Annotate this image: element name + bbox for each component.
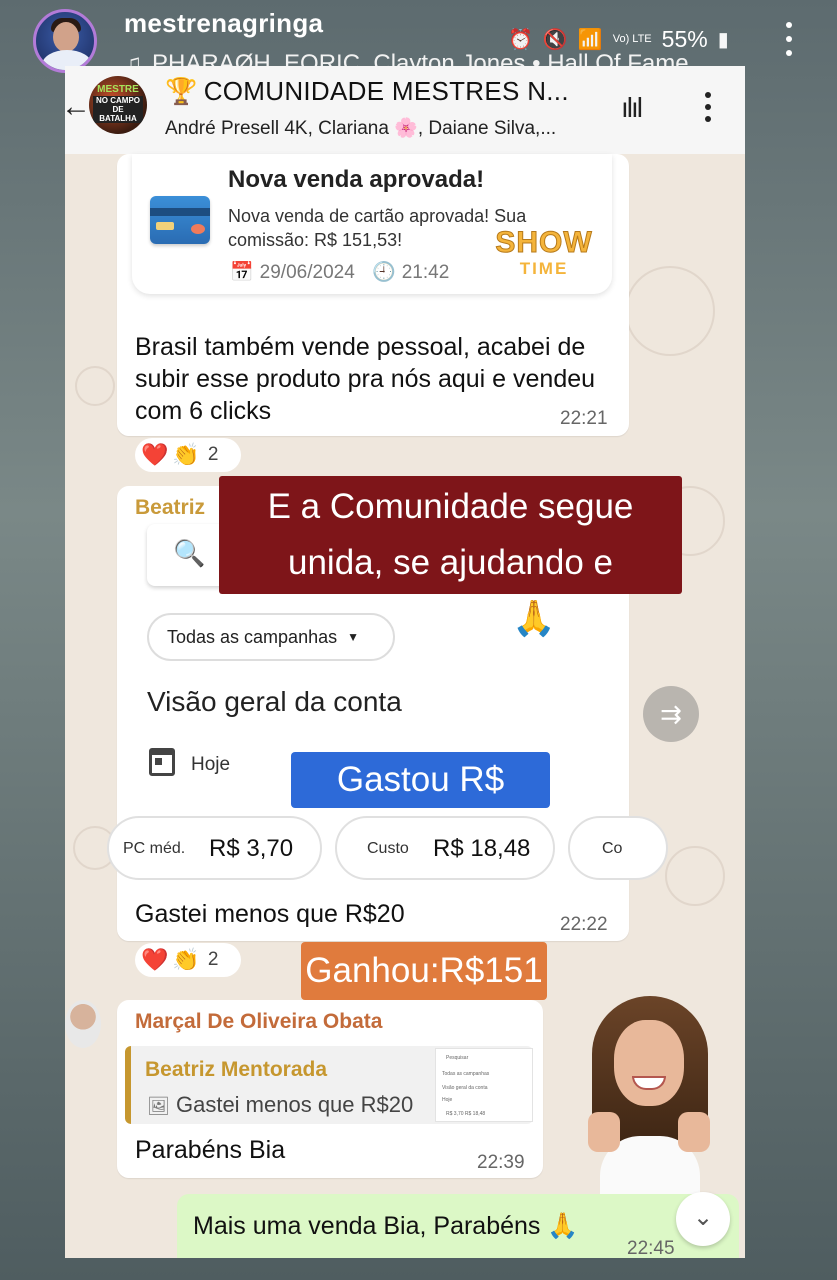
alarm-icon: ⏰ [508,29,533,51]
spent-banner: Gastou R$ 18,48 [291,752,550,855]
message-text: Parabéns Bia [135,1136,286,1164]
group-avatar[interactable]: MESTRE NO CAMPO DE BATALHA [89,76,147,134]
metric-value: R$ 18,48 [433,835,531,862]
reactions[interactable]: ❤️ 👏 2 [135,438,241,472]
clap-icon: 👏 [172,442,200,467]
metric-chip: Custo R$ 18,48 [335,816,555,880]
calendar-icon: 📅 [230,262,254,283]
metric-label: PC méd. [123,840,186,857]
notification-date: 29/06/2024 [259,262,355,283]
message-time: 22:22 [560,914,608,935]
reactions[interactable]: ❤️ 👏 2 [135,943,241,977]
thumb-text: Hoje [442,1097,453,1103]
sender-name[interactable]: Marçal De Oliveira Obata [135,1010,382,1034]
chat-header: ← MESTRE NO CAMPO DE BATALHA 🏆 COMUNIDADE… [65,66,745,154]
message-text: Brasil também vende pessoal, acabei de s… [135,333,596,425]
notification-datetime: 📅 29/06/2024 🕘 21:42 [230,260,449,284]
wifi-icon: 📶 [577,29,603,51]
metric-chip: Co [568,816,668,880]
quoted-text-content: Gastei menos que R$20 [175,1092,414,1117]
metric-label: Custo [367,840,409,857]
image-icon: 🖼 [147,1096,170,1116]
message-time: 22:21 [560,408,608,429]
clock-icon: 🕘 [372,262,396,283]
thumb-text: Todas as campanhas [442,1071,490,1077]
story-avatar[interactable] [33,9,97,73]
earned-banner: Ganhou:R$151 [301,942,547,1000]
quoted-thumbnail: Pesquisar Todas as campanhas Visão geral… [435,1048,533,1122]
metric-value: R$ 3,70 [209,835,294,862]
message-text: Mais uma venda Bia, Parabéns 🙏 [193,1212,579,1240]
network-label: Vo) LTE [612,33,652,45]
trophy-icon: 🏆 [165,76,198,106]
mute-icon: 🔇 [542,29,568,51]
battery-level: 55% [661,26,708,52]
sender-avatar[interactable] [65,1000,101,1048]
metric-label: Co [602,840,623,857]
thumb-text: R$ 3,70 R$ 18,48 [446,1111,486,1117]
quoted-sender: Beatriz Mentorada [145,1058,328,1081]
chevron-down-icon: ▼ [347,630,359,644]
message-time: 22:45 [627,1238,675,1258]
clap-icon: 👏 [172,947,200,972]
scroll-down-icon[interactable]: ⌄ [676,1192,730,1246]
notification-title: Nova venda aprovada! [228,166,485,193]
credit-card-icon [150,196,210,244]
sticker-show: SHOW [495,226,593,259]
date-range-label: Hoje [191,754,231,775]
overview-title: Visão geral da conta [147,686,402,717]
status-bar: ⏰ 🔇 📶 Vo) LTE 55% ▮ [508,26,729,53]
thumbs-up-girl-sticker [570,996,730,1196]
story-menu-icon[interactable] [779,22,799,62]
heart-icon: ❤️ [141,442,169,467]
chat-screenshot: ← MESTRE NO CAMPO DE BATALHA 🏆 COMUNIDADE… [65,66,745,1258]
show-time-sticker: SHOW TIME [484,226,604,278]
back-arrow-icon[interactable]: ← [65,90,91,124]
group-avatar-subtext: NO CAMPO DE BATALHA [93,96,143,123]
thumb-text: Pesquisar [446,1055,469,1061]
group-title-text: COMUNIDADE MESTRES N... [203,76,569,106]
campaign-select: Todas as campanhas ▼ [147,613,395,661]
community-banner: E a Comunidade segue unida, se ajudando … [219,476,682,638]
heart-icon: ❤️ [141,947,169,972]
reaction-count: 2 [207,444,219,465]
reaction-count: 2 [207,949,219,970]
search-icon: 🔍 [173,538,206,568]
voice-chat-icon[interactable]: ılıl [621,92,643,124]
story-username[interactable]: mestrenagringa [124,8,323,39]
calendar-icon [149,748,175,776]
forward-icon[interactable]: ⇉ [643,686,699,742]
quoted-text: 🖼 Gastei menos que R$20 [147,1092,413,1118]
thumb-text: Visão geral da conta [442,1085,488,1091]
message-text: Gastei menos que R$20 [135,900,405,928]
group-avatar-text: MESTRE [97,84,139,95]
sender-name[interactable]: Beatriz [135,496,205,520]
sale-notification-card: Nova venda aprovada! Nova venda de cartã… [132,154,612,294]
notification-time: 21:42 [401,262,450,283]
group-title[interactable]: 🏆 COMUNIDADE MESTRES N... [165,76,569,107]
sticker-time: TIME [519,259,569,278]
campaign-select-label: Todas as campanhas [167,626,338,647]
avatar-face [53,22,79,52]
message-time: 22:39 [477,1152,525,1173]
battery-icon: ▮ [717,29,729,51]
chat-menu-icon[interactable] [705,92,715,128]
metric-chip: PC méd. R$ 3,70 [107,816,322,880]
group-members[interactable]: André Presell 4K, Clariana 🌸, Daiane Sil… [165,116,556,140]
